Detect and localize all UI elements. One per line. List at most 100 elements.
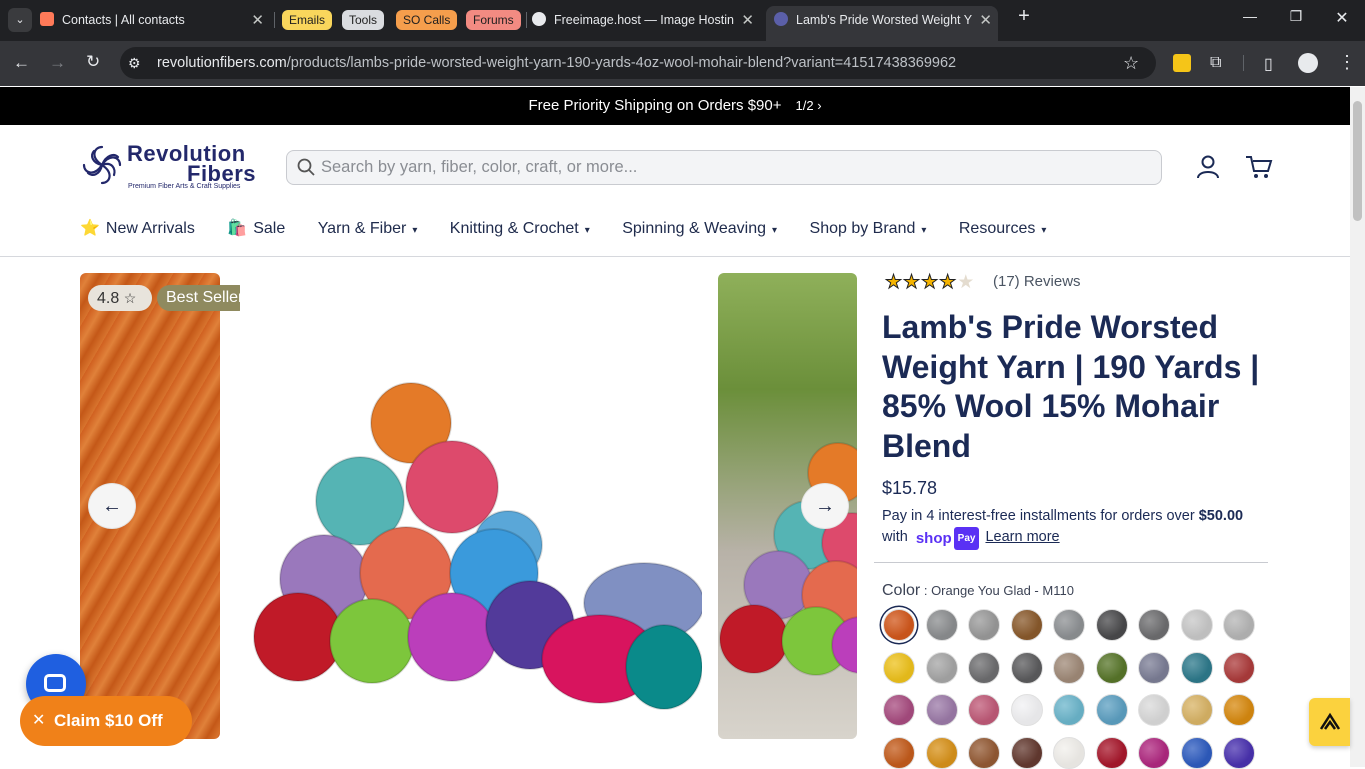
accessibility-widget-button[interactable] [1309,698,1350,746]
color-swatch[interactable] [968,736,1000,769]
back-icon[interactable]: ← [13,53,30,73]
close-tab-icon[interactable]: ✕ [975,6,992,35]
close-icon[interactable]: ✕ [32,696,45,746]
nav-resources[interactable]: Resources ▾ [959,220,1047,238]
color-swatch[interactable] [1095,609,1128,641]
tab-lambs-pride[interactable]: Lamb's Pride Worsted Weight Y ✕ [766,6,998,41]
color-swatch[interactable] [925,736,958,769]
color-swatch[interactable] [1010,736,1043,769]
close-tab-icon[interactable]: ✕ [251,6,264,35]
forward-icon[interactable]: → [49,53,66,73]
color-swatch[interactable] [1138,609,1170,641]
color-swatch[interactable] [1223,736,1255,769]
url-text[interactable]: revolutionfibers.com/products/lambs-prid… [157,55,956,71]
color-swatch[interactable] [883,694,915,726]
color-swatch[interactable] [883,736,915,769]
nav-sale[interactable]: 🛍️ Sale [227,218,285,238]
color-swatch[interactable] [1010,651,1043,684]
color-swatch[interactable] [925,609,958,641]
bookmark-star-icon[interactable]: ☆ [1123,53,1139,74]
tab-separator [526,12,527,28]
gallery-image-main[interactable] [240,273,705,739]
gallery-prev-button[interactable]: ← [88,483,136,529]
color-swatch[interactable] [968,651,1000,684]
color-swatch[interactable] [1053,609,1085,641]
extensions-puzzle-icon[interactable]: ⧉ [1210,54,1221,72]
reviews-link[interactable]: (17) Reviews [993,273,1081,290]
color-swatch[interactable] [1138,651,1170,684]
color-swatch[interactable] [1053,736,1085,769]
restore-icon[interactable]: ❐ [1276,8,1316,25]
cart-icon[interactable] [1245,154,1273,180]
nav-label: Spinning & Weaving [622,220,767,237]
bookmark-chip-forums[interactable]: Forums [466,10,521,30]
color-swatch[interactable] [1095,736,1128,769]
chevron-down-icon: ▾ [772,225,778,236]
search-bar[interactable] [286,150,1162,185]
star-rating[interactable]: ★★★★★ [884,271,975,294]
logo-tagline: Premium Fiber Arts & Craft Supplies [128,183,241,190]
logo-swirl-icon [82,145,122,185]
site-logo[interactable]: Revolution Fibers Premium Fiber Arts & C… [80,141,262,193]
bookmark-chip-so-calls[interactable]: SO Calls [396,10,458,30]
gallery-next-button[interactable]: → [801,483,849,529]
bookmark-chip-emails[interactable]: Emails [282,10,333,30]
color-swatch[interactable] [883,651,915,684]
color-swatch[interactable] [1223,694,1255,726]
nav-yarn-fiber[interactable]: Yarn & Fiber ▾ [318,220,418,238]
star-icon: ★ [903,272,922,294]
color-swatch[interactable] [1223,651,1255,684]
new-tab-icon[interactable]: + [1004,5,1044,28]
color-swatch[interactable] [1138,694,1170,726]
tab-freeimage[interactable]: Freeimage.host — Image Hostin ✕ [532,6,760,35]
extension-icon[interactable] [1173,54,1191,72]
minimize-icon[interactable]: — [1230,8,1270,24]
color-swatch[interactable] [1010,609,1043,641]
scrollbar-thumb[interactable] [1353,101,1362,221]
nav-knitting-crochet[interactable]: Knitting & Crochet ▾ [450,220,590,238]
close-window-icon[interactable]: ✕ [1322,8,1362,28]
page-scrollbar[interactable] [1350,87,1365,767]
color-swatch[interactable] [968,609,1000,641]
nav-new-arrivals[interactable]: ⭐ New Arrivals [80,218,195,238]
menu-dots-icon[interactable]: ⋮ [1338,52,1356,73]
color-swatch[interactable] [968,694,1000,726]
color-swatch[interactable] [883,609,915,641]
color-swatch[interactable] [1053,651,1085,684]
claim-discount-button[interactable]: ✕ Claim $10 Off [20,696,192,746]
reload-icon[interactable]: ↻ [86,52,100,72]
account-icon[interactable] [1196,154,1220,180]
color-swatch[interactable] [1180,736,1213,769]
color-swatch[interactable] [1223,609,1255,641]
search-input[interactable] [321,153,1141,182]
color-swatch[interactable] [1180,694,1213,726]
color-swatch[interactable] [925,694,958,726]
color-swatch[interactable] [1053,694,1085,726]
tab-search-icon[interactable]: ⌄ [8,8,32,32]
learn-more-link[interactable]: Learn more [985,529,1059,545]
color-swatch[interactable] [925,651,958,684]
site-info-icon[interactable]: ⚙ [128,55,141,72]
bookmark-chip-tools[interactable]: Tools [342,10,385,30]
color-swatch[interactable] [1095,694,1128,726]
product-title: Lamb's Pride Worsted Weight Yarn | 190 Y… [882,309,1260,464]
yarn-pyramid-image [253,382,705,710]
promo-pager[interactable]: 1/2 › [796,98,822,113]
color-swatch[interactable] [1180,609,1213,641]
search-icon[interactable] [297,158,315,176]
color-swatch[interactable] [1010,694,1043,726]
installments-amount: $50.00 [1198,508,1244,524]
promo-page: 1/2 [795,98,814,113]
rating-value: 4.8 [97,290,120,307]
side-panel-icon[interactable]: ▯ [1264,54,1273,74]
nav-spinning-weaving[interactable]: Spinning & Weaving ▾ [622,220,777,238]
rating-badge: 4.8 ☆ [88,285,152,311]
claim-label: Claim $10 Off [54,711,163,730]
profile-avatar[interactable] [1298,53,1318,73]
tab-contacts[interactable]: Contacts | All contacts ✕ [40,6,270,35]
nav-shop-by-brand[interactable]: Shop by Brand ▾ [810,220,927,238]
color-swatch[interactable] [1180,651,1213,684]
color-swatch[interactable] [1138,736,1170,769]
color-swatch[interactable] [1095,651,1128,684]
close-tab-icon[interactable]: ✕ [737,6,754,35]
